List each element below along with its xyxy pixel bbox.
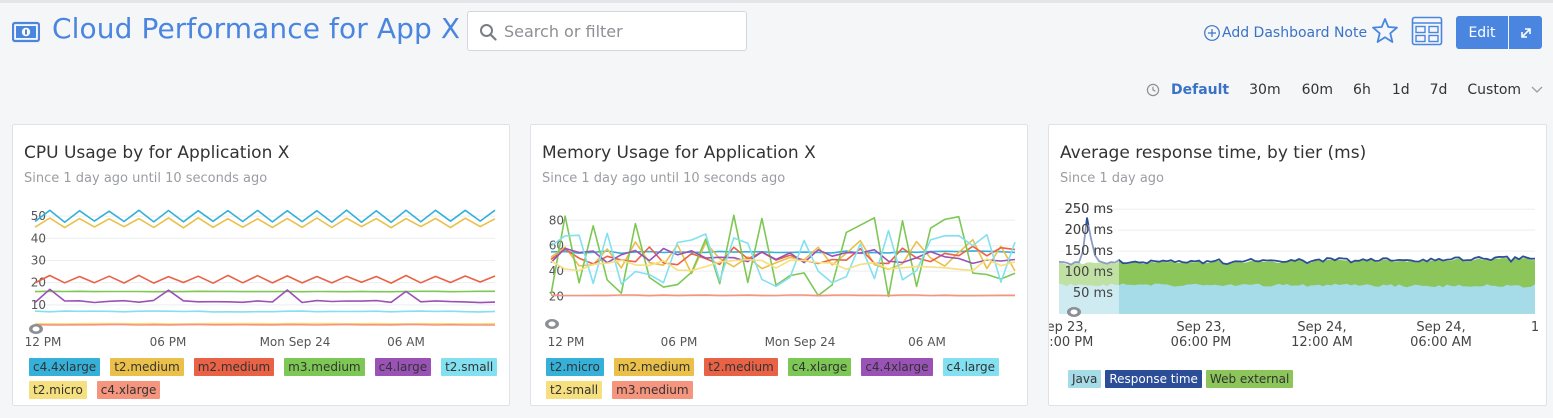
x-tick-label: Sep 24,	[1416, 320, 1465, 335]
layout-grid-icon[interactable]	[1411, 16, 1443, 46]
chart-legend: t2.micro m2.medium t2.medium c4.xlarge c4.4x…	[546, 358, 1016, 399]
x-tick-label: Sep 24,	[1297, 320, 1346, 335]
legend-item[interactable]: Web external	[1205, 370, 1294, 388]
range-handle-center	[548, 321, 556, 327]
time-option-7d[interactable]: 7d	[1430, 82, 1448, 98]
edit-button[interactable]: Edit	[1456, 16, 1508, 49]
x-tick-label: 06:00 PM	[1171, 335, 1232, 350]
y-tick-label-overlay: 250 ms	[1065, 202, 1114, 217]
chevron-down-icon[interactable]	[1531, 86, 1543, 94]
x-tick-label: 06 PM	[661, 335, 698, 349]
legend-item[interactable]: t2.small	[441, 358, 498, 376]
x-tick-label: 12 PM	[548, 335, 585, 349]
legend-item[interactable]: c4.xlarge	[96, 381, 161, 399]
legend-item[interactable]: t2.medium	[704, 358, 778, 376]
legend-item[interactable]: m3.medium	[284, 358, 365, 376]
chart-legend: Java Response time Web external	[1068, 370, 1528, 388]
x-tick-label: 12:00 AM	[1291, 335, 1353, 350]
top-border	[0, 0, 1553, 3]
favorite-star-icon[interactable]	[1371, 17, 1399, 45]
edit-button-group: Edit	[1456, 16, 1542, 49]
y-tick-label-overlay: 200 ms	[1065, 223, 1114, 238]
dashboard-title: Cloud Performance for App X	[52, 12, 461, 45]
legend-item[interactable]: t2.small	[546, 381, 603, 399]
x-tick-label: 06 AM	[908, 335, 946, 349]
time-option-custom[interactable]: Custom	[1467, 82, 1521, 98]
x-tick-label: Sep 23,	[1048, 320, 1088, 335]
search-icon	[480, 24, 497, 41]
y-tick-label-overlay: 100 ms	[1065, 265, 1114, 280]
series-line	[550, 294, 1015, 297]
x-tick-label: 06 AM	[387, 335, 425, 349]
line-response-time	[1058, 217, 1536, 266]
response-time-chart[interactable]: 50 ms100 ms150 ms200 ms250 ms50 ms100 ms…	[1049, 125, 1547, 406]
legend-item[interactable]: t2.micro	[546, 358, 604, 376]
dashboard-icon	[12, 21, 40, 43]
time-option-default[interactable]: Default	[1171, 82, 1229, 98]
area-java	[1059, 283, 1535, 314]
time-option-1d[interactable]: 1d	[1392, 82, 1410, 98]
expand-button[interactable]	[1509, 16, 1542, 49]
range-handle-center	[1070, 309, 1078, 315]
search-input[interactable]	[504, 20, 734, 42]
legend-item[interactable]: Java	[1068, 370, 1102, 388]
y-tick-label: 30	[31, 253, 46, 267]
search-box[interactable]	[467, 11, 747, 51]
chart-legend: c4.4xlarge t2.medium m2.medium m3.medium c4.…	[29, 358, 499, 399]
panel-response-time: Average response time, by tier (ms) Sinc…	[1048, 124, 1547, 406]
series-line	[34, 217, 496, 229]
legend-item[interactable]: c4.large	[374, 358, 432, 376]
x-tick-label: Mon Sep 24	[260, 335, 331, 349]
x-tick-label: 12 PM	[25, 335, 62, 349]
panel-memory-usage: Memory Usage for Application X Since 1 d…	[530, 124, 1028, 406]
y-tick-label: 40	[31, 231, 46, 245]
legend-item[interactable]: t2.medium	[110, 358, 184, 376]
expand-arrows-icon	[1520, 27, 1531, 38]
time-range-picker: Default 30m 60m 6h 1d 7d Custom	[1146, 80, 1543, 100]
x-tick-label: 1	[1531, 320, 1539, 335]
plus-circle-icon	[1204, 25, 1220, 41]
x-tick-label: 12:00 PM	[1048, 335, 1093, 350]
legend-item[interactable]: m3.medium	[612, 381, 693, 399]
panel-cpu-usage: CPU Usage by for Application X Since 1 d…	[12, 124, 510, 406]
x-tick-label: Sep 23,	[1176, 320, 1225, 335]
x-tick-label: Mon Sep 24	[765, 335, 836, 349]
legend-item[interactable]: c4.large	[942, 358, 999, 376]
legend-item[interactable]: Response time	[1105, 370, 1202, 388]
legend-item[interactable]: t2.micro	[29, 381, 87, 399]
y-tick-label-overlay: 50 ms	[1073, 286, 1113, 301]
time-option-30m[interactable]: 30m	[1249, 82, 1280, 98]
x-tick-label: 06:00 AM	[1410, 335, 1472, 350]
add-dashboard-note-link[interactable]: Add Dashboard Note	[1203, 24, 1367, 42]
legend-item[interactable]: c4.xlarge	[787, 358, 852, 376]
legend-item[interactable]: c4.4xlarge	[861, 358, 933, 376]
add-dashboard-note-label: Add Dashboard Note	[1222, 25, 1368, 41]
legend-item[interactable]: m2.medium	[613, 358, 695, 376]
x-tick-label: 06 PM	[150, 335, 187, 349]
series-line	[34, 310, 496, 313]
legend-item[interactable]: m2.medium	[193, 358, 275, 376]
legend-item[interactable]: c4.4xlarge	[29, 358, 101, 376]
y-tick-label-overlay: 150 ms	[1065, 244, 1114, 259]
range-handle-center	[32, 326, 40, 332]
clock-icon	[1146, 83, 1160, 97]
time-option-60m[interactable]: 60m	[1302, 82, 1333, 98]
y-tick-label: 80	[549, 213, 564, 227]
time-option-6h[interactable]: 6h	[1353, 82, 1371, 98]
series-line	[34, 274, 496, 284]
